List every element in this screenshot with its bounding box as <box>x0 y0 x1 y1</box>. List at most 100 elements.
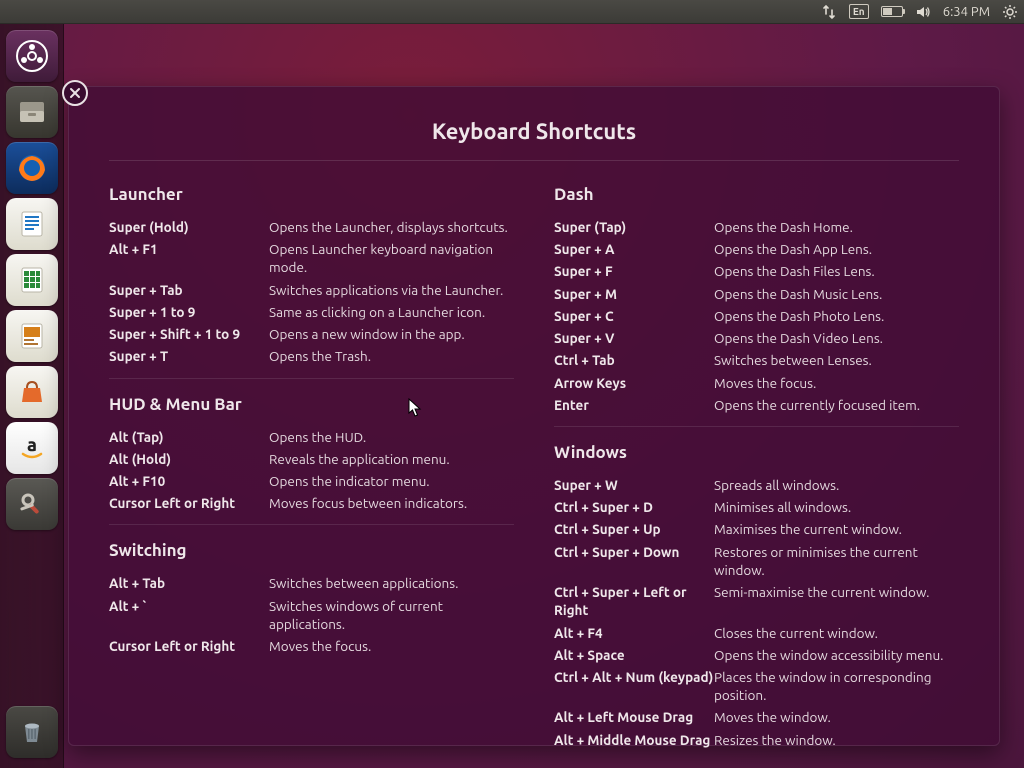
shortcut-description: Switches applications via the Launcher. <box>269 281 514 299</box>
shortcut-description: Places the window in corresponding posit… <box>714 668 959 704</box>
software-icon[interactable] <box>6 366 58 418</box>
shortcut-row: EnterOpens the currently focused item. <box>554 396 959 414</box>
shortcut-description: Switches between applications. <box>269 574 514 592</box>
shortcut-row: Super (Tap)Opens the Dash Home. <box>554 218 959 236</box>
close-button[interactable] <box>62 80 88 106</box>
shortcut-row: Super + MOpens the Dash Music Lens. <box>554 285 959 303</box>
calc-icon[interactable] <box>6 254 58 306</box>
shortcut-description: Semi-maximise the current window. <box>714 583 959 619</box>
shortcut-row: Alt (Hold)Reveals the application menu. <box>109 450 514 468</box>
firefox-icon[interactable] <box>6 142 58 194</box>
shortcut-description: Opens the currently focused item. <box>714 396 959 414</box>
shortcut-description: Opens the Trash. <box>269 347 514 365</box>
network-icon[interactable] <box>821 0 837 23</box>
shortcut-key: Alt + Space <box>554 646 714 664</box>
shortcut-row: Alt + SpaceOpens the window accessibilit… <box>554 646 959 664</box>
amazon-icon[interactable]: a <box>6 422 58 474</box>
shortcut-key: Super + Tab <box>109 281 269 299</box>
shortcut-description: Resizes the window. <box>714 731 959 749</box>
divider <box>109 378 514 379</box>
shortcut-description: Spreads all windows. <box>714 476 959 494</box>
keyboard-layout-indicator[interactable]: En <box>849 0 869 23</box>
shortcut-key: Super + C <box>554 307 714 325</box>
section-title: Launcher <box>109 185 514 204</box>
shortcut-key: Super (Tap) <box>554 218 714 236</box>
shortcut-description: Maximises the current window. <box>714 520 959 538</box>
shortcut-section: Switching Alt + TabSwitches between appli… <box>109 541 514 655</box>
shortcut-key: Ctrl + Alt + Num (keypad) <box>554 668 714 704</box>
shortcut-row: Alt + F10Opens the indicator menu. <box>109 472 514 490</box>
shortcut-description: Moves the focus. <box>714 374 959 392</box>
system-indicator[interactable] <box>1002 0 1018 23</box>
shortcut-key: Alt + F4 <box>554 624 714 642</box>
settings-icon[interactable] <box>6 478 58 530</box>
shortcut-description: Reveals the application menu. <box>269 450 514 468</box>
top-panel: En 6:34 PM <box>0 0 1024 24</box>
overlay-title: Keyboard Shortcuts <box>109 119 959 144</box>
shortcut-row: Alt + TabSwitches between applications. <box>109 574 514 592</box>
section-title: Switching <box>109 541 514 560</box>
shortcut-row: Ctrl + Super + DownRestores or minimises… <box>554 543 959 579</box>
shortcut-description: Opens the HUD. <box>269 428 514 446</box>
trash-icon[interactable] <box>6 706 58 758</box>
shortcut-row: Super + TabSwitches applications via the… <box>109 281 514 299</box>
shortcut-row: Alt + Middle Mouse DragResizes the windo… <box>554 731 959 749</box>
shortcut-key: Ctrl + Super + Down <box>554 543 714 579</box>
divider <box>109 524 514 525</box>
shortcut-section: WindowsSuper + WSpreads all windows.Ctrl… <box>554 443 959 749</box>
files-icon[interactable] <box>6 86 58 138</box>
shortcut-row: Alt (Tap)Opens the HUD. <box>109 428 514 446</box>
shortcut-row: Super + COpens the Dash Photo Lens. <box>554 307 959 325</box>
shortcut-row: Arrow KeysMoves the focus. <box>554 374 959 392</box>
shortcut-key: Arrow Keys <box>554 374 714 392</box>
shortcut-row: Super + TOpens the Trash. <box>109 347 514 365</box>
shortcut-row: Alt + F4Closes the current window. <box>554 624 959 642</box>
shortcut-key: Super + A <box>554 240 714 258</box>
shortcut-row: Ctrl + Super + Left or RightSemi-maximis… <box>554 583 959 619</box>
shortcut-key: Alt + F10 <box>109 472 269 490</box>
shortcut-row: Super + AOpens the Dash App Lens. <box>554 240 959 258</box>
shortcut-description: Opens the indicator menu. <box>269 472 514 490</box>
shortcut-description: Opens the window accessibility menu. <box>714 646 959 664</box>
shortcut-row: Ctrl + Super + UpMaximises the current w… <box>554 520 959 538</box>
shortcut-description: Switches between Lenses. <box>714 351 959 369</box>
shortcut-description: Opens the Dash Home. <box>714 218 959 236</box>
shortcut-key: Super + W <box>554 476 714 494</box>
language-badge: En <box>849 4 869 19</box>
shortcut-description: Opens a new window in the app. <box>269 325 514 343</box>
keyboard-shortcuts-overlay: Keyboard Shortcuts Launcher Super (Hold)O… <box>68 86 1000 746</box>
shortcut-key: Ctrl + Super + Left or Right <box>554 583 714 619</box>
clock[interactable]: 6:34 PM <box>943 0 990 23</box>
divider <box>109 160 959 161</box>
shortcut-description: Opens the Dash Video Lens. <box>714 329 959 347</box>
shortcut-description: Moves the focus. <box>269 637 514 655</box>
battery-indicator[interactable] <box>881 0 903 23</box>
shortcut-row: Alt + F1Opens Launcher keyboard navigati… <box>109 240 514 276</box>
sound-indicator[interactable] <box>915 0 931 23</box>
dash-icon[interactable] <box>6 30 58 82</box>
shortcut-key: Ctrl + Super + D <box>554 498 714 516</box>
shortcut-key: Super + T <box>109 347 269 365</box>
shortcut-row: Cursor Left or RightMoves the focus. <box>109 637 514 655</box>
impress-icon[interactable] <box>6 310 58 362</box>
shortcut-description: Opens the Dash Music Lens. <box>714 285 959 303</box>
section-title: Dash <box>554 185 959 204</box>
shortcut-key: Alt (Tap) <box>109 428 269 446</box>
shortcut-description: Opens the Dash Photo Lens. <box>714 307 959 325</box>
writer-icon[interactable] <box>6 198 58 250</box>
shortcut-description: Same as clicking on a Launcher icon. <box>269 303 514 321</box>
shortcut-description: Opens Launcher keyboard navigation mode. <box>269 240 514 276</box>
shortcut-description: Switches windows of current applications… <box>269 597 514 633</box>
shortcut-description: Minimises all windows. <box>714 498 959 516</box>
shortcut-key: Super + F <box>554 262 714 280</box>
shortcut-key: Alt + Middle Mouse Drag <box>554 731 714 749</box>
shortcut-key: Enter <box>554 396 714 414</box>
shortcut-row: Ctrl + TabSwitches between Lenses. <box>554 351 959 369</box>
shortcut-key: Super + V <box>554 329 714 347</box>
shortcut-description: Moves focus between indicators. <box>269 494 514 512</box>
shortcut-row: Alt + Left Mouse DragMoves the window. <box>554 708 959 726</box>
shortcut-key: Alt + F1 <box>109 240 269 276</box>
shortcut-row: Super (Hold)Opens the Launcher, displays… <box>109 218 514 236</box>
shortcut-description: Opens the Launcher, displays shortcuts. <box>269 218 514 236</box>
clock-text: 6:34 PM <box>943 5 990 19</box>
